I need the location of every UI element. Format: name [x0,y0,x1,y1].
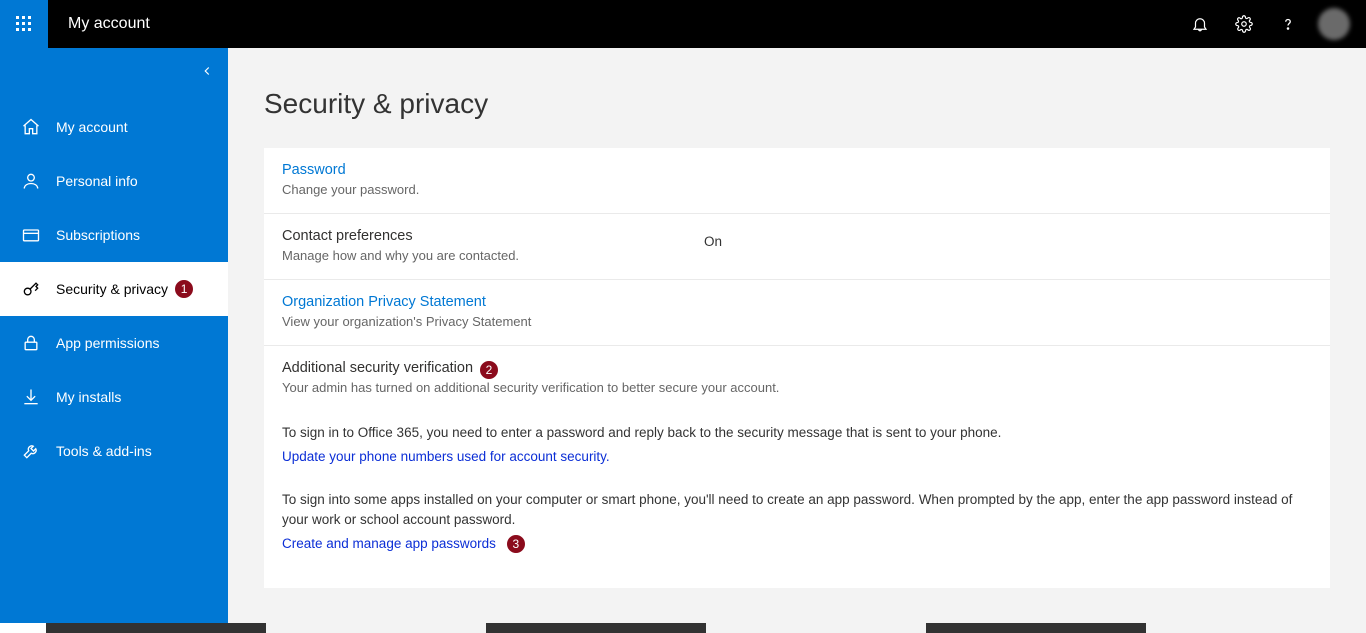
org-privacy-row[interactable]: Organization Privacy Statement View your… [264,280,1330,346]
contact-subtitle: Manage how and why you are contacted. [282,248,1312,263]
lock-icon [21,333,41,353]
password-link[interactable]: Password [282,162,1312,178]
top-bar: My account [0,0,1366,48]
sidebar-item-tools-addins[interactable]: Tools & add-ins [0,424,228,478]
sidebar-item-label: My installs [56,389,121,405]
key-icon [21,279,41,299]
page-title: Security & privacy [264,88,1330,120]
settings-panel: Password Change your password. Contact p… [264,148,1330,588]
app-launcher-button[interactable] [0,0,48,48]
org-privacy-subtitle: View your organization's Privacy Stateme… [282,314,1312,329]
avatar[interactable] [1318,8,1350,40]
collapse-sidebar-button[interactable] [200,64,214,83]
topbar-right [1178,0,1366,48]
sidebar-item-subscriptions[interactable]: Subscriptions [0,208,228,262]
asv-subtitle: Your admin has turned on additional secu… [282,380,1312,395]
sidebar: My account Personal info Subscriptions S… [0,48,228,633]
annotation-badge-3: 3 [506,534,526,554]
asv-paragraph-1: To sign in to Office 365, you need to en… [282,423,1312,443]
wrench-icon [21,441,41,461]
password-row[interactable]: Password Change your password. [264,148,1330,214]
annotation-badge-1: 1 [174,279,194,299]
sidebar-item-personal-info[interactable]: Personal info [0,154,228,208]
card-icon [21,225,41,245]
contact-title: Contact preferences [282,228,1312,244]
asv-body: To sign in to Office 365, you need to en… [264,423,1330,588]
app-title: My account [68,15,150,33]
sidebar-item-label: Personal info [56,173,138,189]
additional-security-row: Additional security verification 2 Your … [264,346,1330,411]
sidebar-item-label: Security & privacy [56,281,168,297]
contact-preferences-row[interactable]: Contact preferences Manage how and why y… [264,214,1330,280]
download-icon [21,387,41,407]
sidebar-item-label: My account [56,119,128,135]
settings-button[interactable] [1222,0,1266,48]
sidebar-item-app-permissions[interactable]: App permissions [0,316,228,370]
sidebar-item-label: Subscriptions [56,227,140,243]
main-content: Security & privacy Password Change your … [228,48,1366,633]
home-icon [21,117,41,137]
sidebar-item-security-privacy[interactable]: Security & privacy 1 [0,262,228,316]
help-icon [1279,15,1297,33]
chevron-left-icon [200,64,214,78]
bottom-strip [0,623,1366,633]
contact-value: On [704,234,722,249]
notifications-button[interactable] [1178,0,1222,48]
help-button[interactable] [1266,0,1310,48]
asv-title: Additional security verification [282,360,473,376]
create-app-passwords-link[interactable]: Create and manage app passwords [282,534,496,554]
sidebar-item-my-account[interactable]: My account [0,100,228,154]
org-privacy-link[interactable]: Organization Privacy Statement [282,294,1312,310]
sidebar-item-label: Tools & add-ins [56,443,152,459]
person-icon [21,171,41,191]
waffle-icon [16,16,32,32]
bell-icon [1191,15,1209,33]
annotation-badge-2: 2 [479,360,499,380]
gear-icon [1235,15,1253,33]
update-phone-link[interactable]: Update your phone numbers used for accou… [282,449,610,464]
sidebar-item-label: App permissions [56,335,160,351]
sidebar-item-my-installs[interactable]: My installs [0,370,228,424]
password-subtitle: Change your password. [282,182,1312,197]
asv-paragraph-2: To sign into some apps installed on your… [282,490,1312,531]
sidebar-nav: My account Personal info Subscriptions S… [0,48,228,478]
